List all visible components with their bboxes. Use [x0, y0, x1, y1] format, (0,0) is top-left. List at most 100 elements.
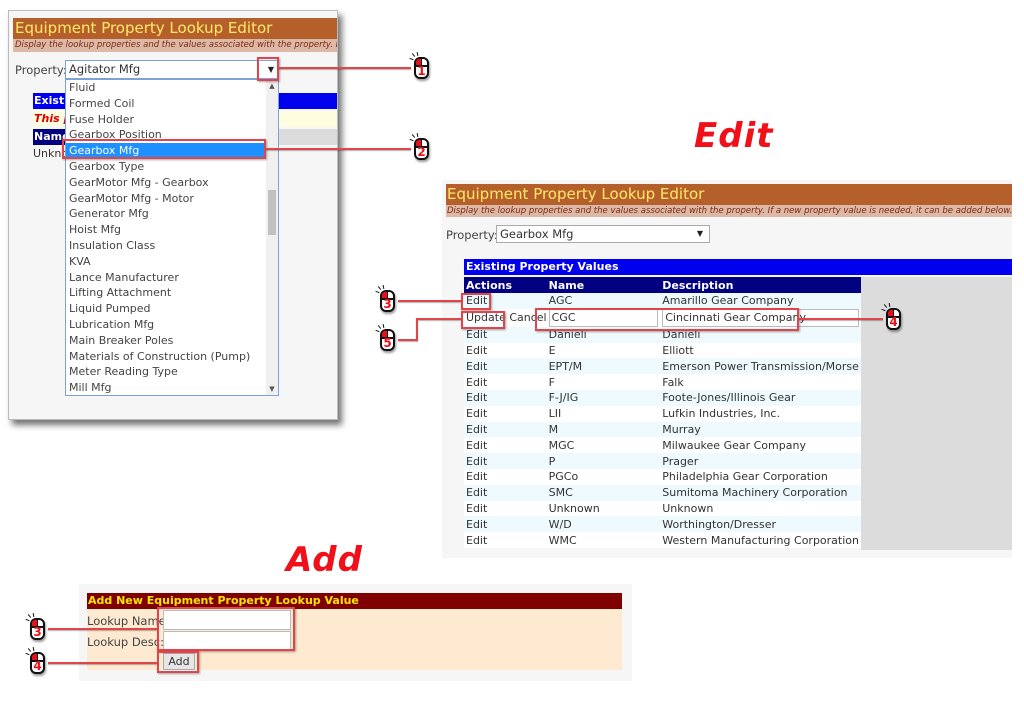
- options-scrollbar[interactable]: ▲ ▼: [266, 80, 278, 395]
- name-cell: PGCo: [546, 468, 661, 485]
- callout-line-add-4: [48, 662, 157, 664]
- callout-highlight-2: [62, 139, 266, 159]
- chevron-down-icon[interactable]: ▼: [697, 226, 703, 242]
- description-cell: Prager: [660, 453, 861, 469]
- property-option[interactable]: Materials of Construction (Pump): [66, 349, 278, 365]
- property-option[interactable]: Insulation Class: [66, 238, 278, 254]
- lookup-desc-label: Lookup Desc:: [87, 635, 164, 649]
- name-cell: AGC: [546, 293, 661, 309]
- property-option[interactable]: Hoist Mfg: [66, 222, 278, 238]
- row-actions: Edit: [464, 468, 547, 485]
- property-option[interactable]: Lance Manufacturer: [66, 270, 278, 286]
- row-actions: Edit: [464, 421, 547, 438]
- property-select-value: Gearbox Mfg: [500, 227, 574, 241]
- row-actions: Edit: [464, 358, 547, 375]
- property-select[interactable]: Gearbox Mfg ▼: [496, 225, 710, 243]
- page-title: Equipment Property Lookup Editor: [13, 18, 337, 39]
- column-header-name: Name: [546, 277, 661, 293]
- edit-link[interactable]: Edit: [466, 455, 487, 468]
- description-cell: Philadelphia Gear Corporation: [660, 468, 861, 485]
- edit-link[interactable]: Edit: [466, 534, 487, 547]
- edit-heading: Edit: [694, 116, 774, 156]
- description-cell: Murray: [660, 421, 861, 438]
- mouse-click-icon: 4: [25, 646, 47, 674]
- callout-highlight-add-4: [157, 651, 199, 673]
- step-number: 3: [33, 625, 42, 639]
- step-number: 5: [383, 336, 392, 350]
- description-cell: Sumitoma Machinery Corporation: [660, 484, 861, 501]
- mouse-click-icon: 3: [375, 284, 397, 312]
- property-option[interactable]: GearMotor Mfg - Gearbox: [66, 175, 278, 191]
- name-cell: WMC: [546, 532, 661, 548]
- table-row: Edit EPT/M Emerson Power Transmission/Mors…: [464, 358, 861, 375]
- table-row: Edit AGC Amarillo Gear Company: [464, 293, 861, 309]
- property-option[interactable]: Meter Reading Type: [66, 364, 278, 380]
- callout-line-edit-3: [398, 300, 461, 302]
- property-option[interactable]: Gearbox Type: [66, 159, 278, 175]
- edit-link[interactable]: Edit: [466, 423, 487, 436]
- name-cell: F-J/IG: [546, 389, 661, 406]
- edit-link[interactable]: Edit: [466, 502, 487, 515]
- property-option[interactable]: Fuse Holder: [66, 112, 278, 128]
- property-option[interactable]: GearMotor Mfg - Motor: [66, 191, 278, 207]
- property-option[interactable]: Lifting Attachment: [66, 285, 278, 301]
- step-number: 2: [417, 145, 426, 159]
- edit-link[interactable]: Edit: [466, 486, 487, 499]
- name-cell: M: [546, 421, 661, 438]
- row-actions: Edit: [464, 437, 547, 454]
- edit-link[interactable]: Edit: [466, 360, 487, 373]
- column-header-description: Description: [660, 277, 861, 293]
- scroll-up-arrow-icon[interactable]: ▲: [266, 82, 278, 90]
- description-cell: Falk: [660, 374, 861, 390]
- existing-values-header: Existing Property Values: [464, 259, 1012, 275]
- row-actions: Edit: [464, 389, 547, 406]
- table-row: Edit WMC Western Manufacturing Corporation: [464, 532, 861, 548]
- name-cell: LII: [546, 405, 661, 422]
- table-row: Edit E Elliott: [464, 342, 861, 359]
- table-header-row: Actions Name Description: [464, 277, 861, 293]
- description-cell: Foote-Jones/Illinois Gear: [660, 389, 861, 406]
- table-row: Edit P Prager: [464, 453, 861, 469]
- description-cell: Milwaukee Gear Company: [660, 437, 861, 454]
- edit-link[interactable]: Edit: [466, 439, 487, 452]
- property-option[interactable]: Formed Coil: [66, 96, 278, 112]
- callout-line-edit-4: [799, 318, 883, 320]
- scroll-down-arrow-icon[interactable]: ▼: [266, 385, 278, 393]
- callout-line-add-3: [48, 628, 157, 630]
- edit-link[interactable]: Edit: [466, 344, 487, 357]
- callout-line-edit-5-h2: [398, 339, 418, 341]
- edit-screenshot-panel: Equipment Property Lookup Editor Display…: [442, 180, 1012, 558]
- property-option[interactable]: KVA: [66, 254, 278, 270]
- mouse-click-icon: 2: [409, 132, 431, 160]
- property-option[interactable]: Generator Mfg: [66, 206, 278, 222]
- property-option[interactable]: Main Breaker Poles: [66, 333, 278, 349]
- property-option[interactable]: Mill Mfg: [66, 380, 278, 396]
- edit-link[interactable]: Edit: [466, 391, 487, 404]
- callout-highlight-edit-5: [461, 311, 505, 329]
- edit-link[interactable]: Edit: [466, 376, 487, 389]
- edit-link[interactable]: Edit: [466, 328, 487, 341]
- row-actions: Edit: [464, 342, 547, 359]
- edit-link[interactable]: Edit: [466, 470, 487, 483]
- property-option[interactable]: Liquid Pumped: [66, 301, 278, 317]
- property-option[interactable]: Fluid: [66, 80, 278, 96]
- mouse-click-icon: 1: [409, 51, 431, 79]
- row-actions: Edit: [464, 516, 547, 533]
- property-options-list[interactable]: Fluid Formed Coil Fuse Holder Gearbox Posit…: [65, 79, 279, 396]
- callout-line-2: [266, 148, 411, 150]
- edit-link[interactable]: Edit: [466, 407, 487, 420]
- column-header-actions: Actions: [464, 277, 547, 293]
- edit-link[interactable]: Edit: [466, 518, 487, 531]
- callout-highlight-edit-4: [535, 308, 799, 331]
- property-select[interactable]: Agitator Mfg ▼: [65, 60, 279, 79]
- scrollbar-thumb[interactable]: [268, 190, 276, 235]
- row-actions: Edit: [464, 484, 547, 501]
- property-option[interactable]: Lubrication Mfg: [66, 317, 278, 333]
- row-actions: Edit: [464, 374, 547, 390]
- name-cell: P: [546, 453, 661, 469]
- add-heading: Add: [286, 540, 363, 580]
- callout-highlight-add-3: [157, 607, 295, 651]
- table-row: Edit F-J/IG Foote-Jones/Illinois Gear: [464, 389, 861, 406]
- property-select-value: Agitator Mfg: [69, 62, 141, 76]
- callout-highlight-1: [257, 57, 279, 81]
